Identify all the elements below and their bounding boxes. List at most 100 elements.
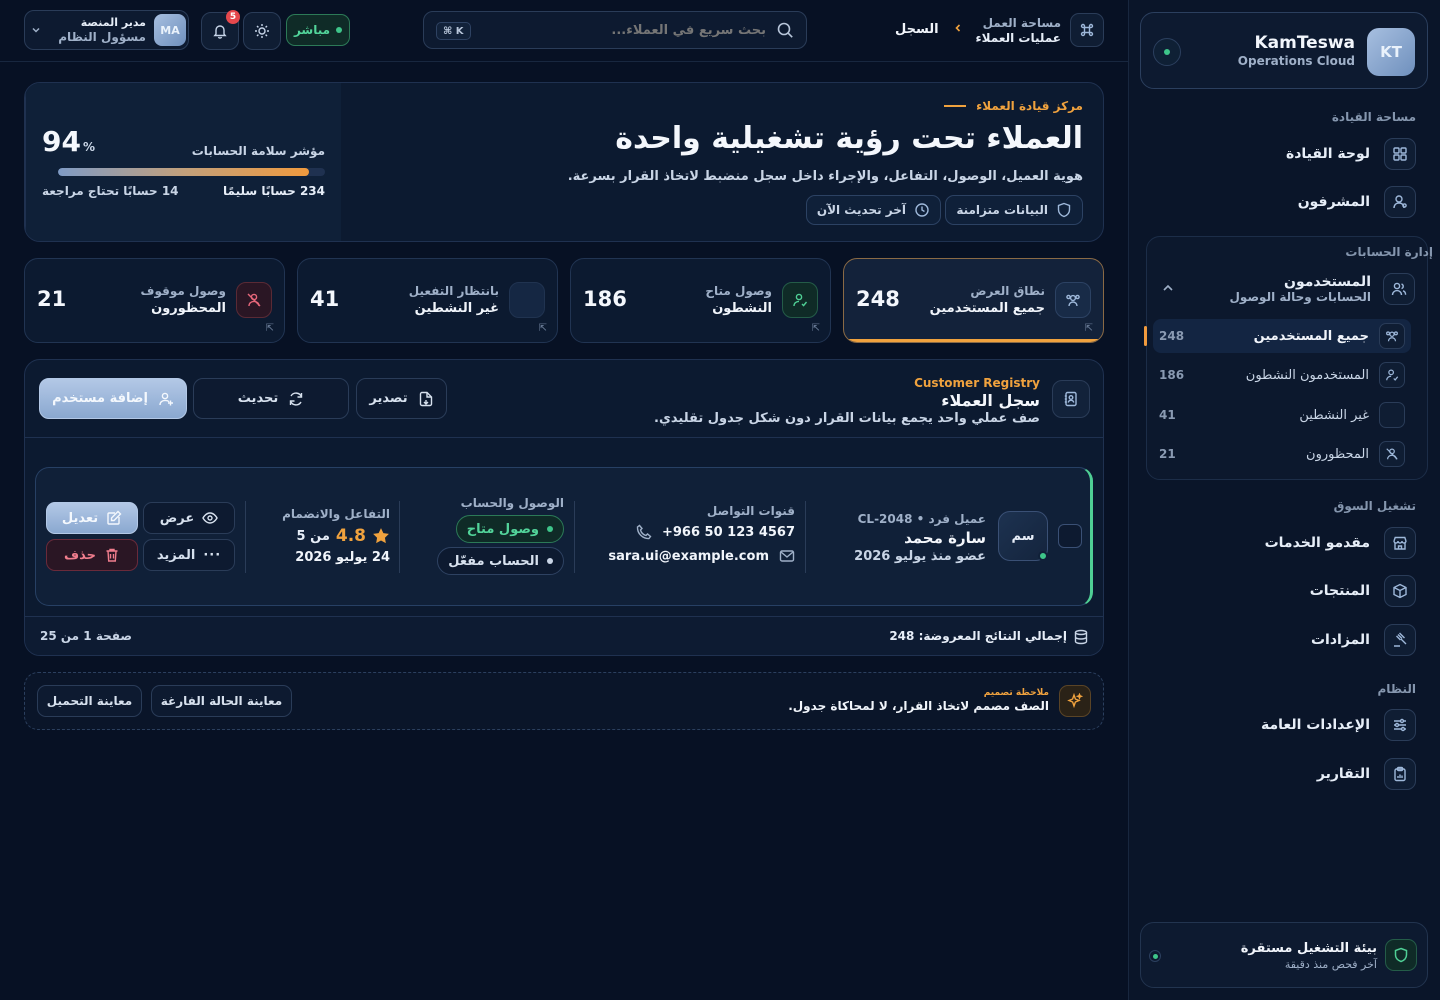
sidebar-item-label: مقدمو الخدمات	[1264, 535, 1370, 551]
edit-label: تعديل	[61, 510, 99, 526]
users-icon	[1379, 323, 1405, 349]
delete-label: حذف	[64, 547, 96, 563]
health-progress-fill	[58, 168, 309, 176]
preview-empty-state-button[interactable]: معاينة الحالة الفارغة	[151, 685, 292, 717]
customer-name[interactable]: سارة محمد	[904, 529, 986, 547]
avatar-initials: سم	[1011, 528, 1035, 544]
users-group-title: المستخدمون	[1284, 274, 1371, 290]
live-status-badge[interactable]: مباشر	[286, 14, 350, 46]
more-button[interactable]: ··· المزيد	[143, 539, 235, 571]
shield-icon	[1056, 202, 1072, 218]
users-group-toggle[interactable]: المستخدمون الحسابات وحالة الوصول	[1157, 271, 1415, 307]
design-note: ملاحظة تصميم الصف مصمم لاتخاذ القرار، لا…	[24, 672, 1104, 730]
registry-eyebrow: Customer Registry	[914, 376, 1040, 390]
notifications-button[interactable]: 5	[201, 10, 240, 50]
sidebar-item-supervisors[interactable]: المشرفون	[1152, 184, 1416, 220]
breadcrumb-operations[interactable]: عمليات العملاء	[976, 31, 1061, 45]
bell-icon	[212, 23, 228, 39]
updated-text: آخر تحديث الآن	[816, 203, 906, 217]
sidebar-item-reports[interactable]: التقارير	[1152, 756, 1416, 792]
phone-contact[interactable]: +966 50 123 4567	[636, 524, 795, 540]
customer-meta: عميل فرد • CL-2048	[857, 512, 986, 526]
sidebar-subitem-inactive-users[interactable]: غير النشطين 41	[1153, 398, 1411, 432]
online-dot-icon	[1038, 551, 1048, 561]
arrow-up-left-icon: ⇱	[811, 323, 820, 334]
stat-card-all-users[interactable]: نطاق العرض جميع المستخدمين 248 ⇱	[843, 258, 1104, 343]
contacts-book-icon	[1052, 380, 1090, 418]
users-group-subtitle: الحسابات وحالة الوصول	[1229, 290, 1371, 304]
sidebar-item-label: المزادات	[1310, 632, 1370, 648]
search-box[interactable]: ⌘ K	[423, 11, 807, 49]
status-dot-icon	[547, 526, 553, 532]
section-title-market: تشغيل السوق	[1333, 499, 1416, 513]
row-checkbox[interactable]	[1058, 524, 1082, 548]
sidebar-item-dashboard[interactable]: لوحة القيادة	[1152, 136, 1416, 172]
hero-main: مركز قيادة العملاء العملاء تحت رؤية تشغي…	[339, 83, 1103, 241]
more-dots-icon: ···	[203, 547, 222, 563]
sidebar-subitem-all-users[interactable]: جميع المستخدمين 248	[1144, 319, 1411, 353]
user-menu[interactable]: MA مدير المنصة مسؤول النظام	[24, 10, 189, 50]
delete-button[interactable]: حذف	[46, 539, 138, 571]
sliders-icon	[1384, 709, 1416, 741]
sidebar-item-providers[interactable]: مقدمو الخدمات	[1152, 525, 1416, 561]
user-plus-icon	[158, 391, 174, 407]
refresh-icon	[288, 391, 304, 407]
view-label: عرض	[159, 510, 195, 526]
sidebar-item-auctions[interactable]: المزادات	[1152, 622, 1416, 658]
stat-card-active-users[interactable]: وصول متاح النشطون 186 ⇱	[570, 258, 831, 343]
stat-caption: بانتظار التفعيل	[408, 284, 499, 298]
store-icon	[1384, 527, 1416, 559]
refresh-button[interactable]: تحديث	[193, 378, 349, 419]
stat-value: 186	[583, 287, 627, 311]
sidebar-item-products[interactable]: المنتجات	[1152, 573, 1416, 609]
email-address: sara.ui@example.com	[608, 548, 769, 564]
results-total: إجمالي النتائج المعروضة: 248	[889, 629, 1067, 643]
view-button[interactable]: عرض	[143, 502, 235, 534]
eye-icon	[202, 510, 219, 526]
refresh-label: تحديث	[237, 391, 279, 406]
top-header: مساحة العمل عمليات العملاء السجل ⌘ K مبا…	[0, 0, 1128, 62]
health-unit: %	[82, 140, 95, 154]
sidebar-subitem-label: المحظورون	[1306, 446, 1369, 462]
more-label: المزيد	[156, 547, 196, 563]
preview-loading-button[interactable]: معاينة التحميل	[37, 685, 142, 717]
sidebar-subitem-blocked-users[interactable]: المحظورون 21	[1153, 437, 1411, 471]
sidebar-subitem-label: المستخدمون النشطون	[1245, 367, 1369, 383]
export-label: تصدير	[369, 391, 408, 406]
sidebar-subitem-active-users[interactable]: المستخدمون النشطون 186	[1153, 358, 1411, 392]
command-icon[interactable]	[1070, 13, 1104, 47]
breadcrumb-workspace[interactable]: مساحة العمل	[983, 16, 1061, 30]
edit-button[interactable]: تعديل	[46, 502, 138, 534]
joined-date: 24 يوليو 2026	[295, 550, 390, 565]
sidebar-subitem-label: جميع المستخدمين	[1253, 328, 1369, 344]
sidebar: KT KamTeswa Operations Cloud مساحة القيا…	[1128, 0, 1440, 1000]
stat-caption: نطاق العرض	[970, 284, 1045, 298]
env-subtitle: آخر فحص منذ دقيقة	[1284, 958, 1377, 971]
rating: 4.8 من 5	[297, 526, 390, 546]
stat-card-inactive-users[interactable]: بانتظار التفعيل غير النشطين 41 ⇱	[297, 258, 558, 343]
users-icon	[1055, 282, 1091, 318]
stat-title: المحظورون	[151, 301, 226, 316]
customer-row[interactable]: سم عميل فرد • CL-2048 سارة محمد عضو منذ …	[35, 467, 1093, 606]
health-value: 94	[42, 125, 81, 158]
sparkles-icon	[1059, 685, 1091, 717]
review-count: 14 حسابًا تحتاج مراجعة	[42, 184, 179, 198]
search-icon	[776, 21, 794, 39]
stat-value: 248	[856, 287, 900, 311]
theme-toggle-button[interactable]	[243, 12, 281, 50]
hero-eyebrow: مركز قيادة العملاء	[944, 99, 1083, 113]
env-title: بيئة التشغيل مستقرة	[1240, 941, 1377, 956]
search-input[interactable]	[516, 20, 766, 40]
sidebar-item-settings[interactable]: الإعدادات العامة	[1152, 707, 1416, 743]
user-pending-icon	[509, 282, 545, 318]
export-button[interactable]: تصدير	[356, 378, 447, 419]
shortcut-badge: ⌘ K	[436, 22, 471, 40]
column-divider	[399, 501, 400, 573]
registry-footer: إجمالي النتائج المعروضة: 248 صفحة 1 من 2…	[25, 616, 1103, 655]
add-user-button[interactable]: إضافة مستخدم	[39, 378, 187, 419]
email-contact[interactable]: sara.ui@example.com	[608, 548, 795, 564]
pagination-info: صفحة 1 من 25	[40, 629, 132, 643]
health-progress-track	[58, 168, 325, 176]
stat-card-blocked-users[interactable]: وصول موقوف المحظورون 21 ⇱	[24, 258, 285, 343]
sidebar-subitem-count: 186	[1159, 368, 1185, 382]
